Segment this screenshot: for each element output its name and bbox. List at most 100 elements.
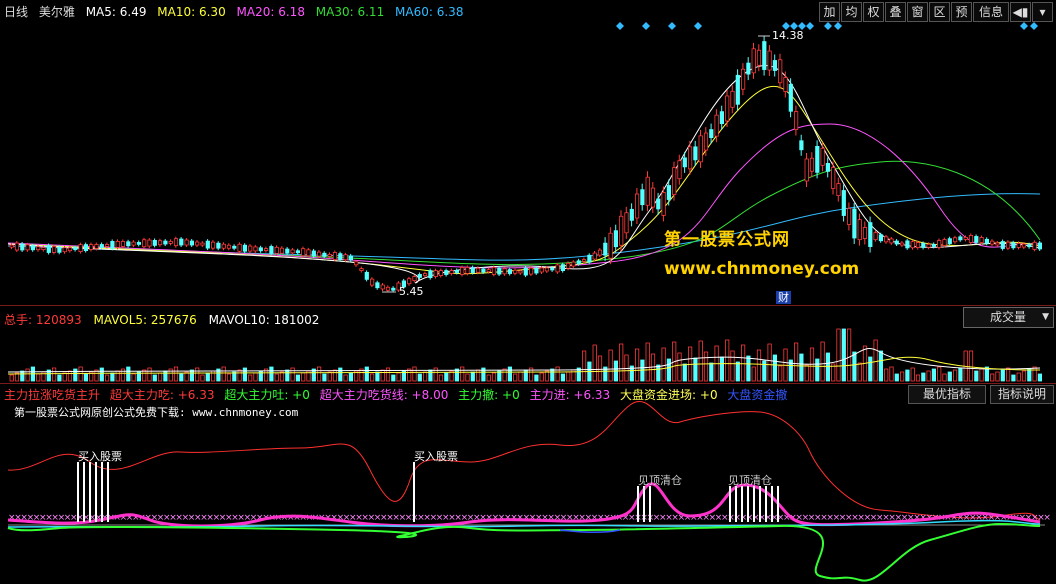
- volume-bar: [20, 370, 25, 382]
- candle-body: [460, 267, 465, 275]
- volume-bar: [78, 366, 83, 382]
- candle-body: [46, 245, 51, 253]
- indicator-select-volume[interactable]: 成交量 ▼: [963, 307, 1054, 328]
- candle-body: [73, 247, 78, 251]
- candle-body: [608, 232, 613, 259]
- candle-body: [968, 235, 974, 243]
- candle-body: [364, 271, 369, 280]
- volume-bar: [269, 366, 274, 382]
- volume-bar: [163, 370, 168, 382]
- volume-bar: [778, 365, 783, 382]
- volume-bar: [884, 368, 889, 382]
- candle-body: [375, 282, 380, 289]
- toolbar-btn-info[interactable]: 信息: [973, 2, 1009, 22]
- indicator-header: 主力拉涨吃货主升 超大主力吃: +6.33 超大主力吐: +0 超大主力吃货线:…: [4, 386, 793, 403]
- volume-bar: [719, 356, 725, 382]
- toolbar-btn-range[interactable]: 区: [929, 2, 950, 22]
- candle-body: [422, 273, 428, 277]
- candle-body: [714, 114, 719, 137]
- volume-bar: [878, 350, 884, 382]
- candle-body: [470, 267, 475, 273]
- stock-name: 美尔雅: [38, 5, 75, 19]
- candle-body: [529, 267, 534, 275]
- volume-bar: [730, 350, 735, 382]
- candle-body: [486, 269, 491, 273]
- best-indicator-button[interactable]: 最优指标: [908, 385, 986, 404]
- toolbar-btn-add[interactable]: 加: [819, 2, 840, 22]
- toolbar-btn-window[interactable]: 窗: [907, 2, 928, 22]
- volume-bar: [995, 371, 1000, 382]
- candle-body: [836, 183, 841, 196]
- signal-diamond-icon: [1020, 22, 1028, 30]
- signal-diamond-icon: [834, 22, 842, 30]
- candle-body: [412, 276, 417, 282]
- prev-icon[interactable]: ◀▮: [1010, 2, 1031, 22]
- ma-header: 日线 美尔雅 MA5: 6.49 MA10: 6.30 MA20: 6.18 M…: [4, 3, 470, 21]
- candle-body: [719, 111, 725, 125]
- indicator-select-label: 成交量: [990, 310, 1027, 324]
- candle-body: [332, 252, 338, 260]
- high-price-label: 14.38: [772, 29, 804, 42]
- candle-body: [306, 249, 311, 257]
- candle-body: [931, 244, 937, 247]
- volume-bar: [990, 373, 995, 382]
- candle-body: [110, 241, 115, 249]
- volume-total: 总手: 120893: [4, 313, 82, 327]
- volume-header: 总手: 120893 MAVOL5: 257676 MAVOL10: 18100…: [4, 311, 327, 328]
- volume-bar: [428, 369, 433, 382]
- candle-body: [354, 261, 359, 266]
- volume-bar: [825, 352, 831, 382]
- withdraw-line: [7, 522, 1041, 582]
- indicator-subtitle: 第一股票公式网原创公式免费下载: www.chnmoney.com: [14, 406, 299, 419]
- candle-body: [52, 246, 57, 253]
- period-label: 日线: [4, 5, 29, 19]
- signal-diamond-icon: [668, 22, 676, 30]
- volume-bar: [841, 328, 846, 382]
- toolbar-btn-overlay[interactable]: 叠: [885, 2, 906, 22]
- volume-bar: [465, 373, 470, 382]
- indicator-item-2: 超大主力吐: +0: [224, 388, 310, 402]
- signal-diamond-icon: [616, 22, 624, 30]
- candle-body: [152, 239, 157, 246]
- toolbar-btn-avg[interactable]: 均: [841, 2, 862, 22]
- volume-bar: [608, 349, 613, 382]
- candle-body: [1016, 243, 1021, 248]
- toolbar-btn-forecast[interactable]: 预: [951, 2, 972, 22]
- finance-badge[interactable]: 财: [776, 291, 791, 304]
- indicator-help-button[interactable]: 指标说明: [990, 385, 1054, 404]
- volume-bar: [195, 367, 200, 382]
- volume-bar: [1021, 370, 1027, 382]
- price-panel: [7, 22, 1042, 293]
- volume-bar: [942, 373, 947, 382]
- candle-body: [905, 240, 910, 249]
- volume-bar: [910, 367, 915, 382]
- volume-bar: [417, 373, 422, 382]
- volume-bar: [454, 368, 460, 382]
- volume-bar: [173, 366, 179, 382]
- candle-body: [682, 157, 687, 168]
- candle-body: [751, 48, 756, 74]
- indicator-item-7: 大盘资金撤: [727, 388, 788, 402]
- volume-bar: [804, 364, 809, 382]
- dropdown-icon[interactable]: ▾: [1032, 2, 1053, 22]
- volume-bar: [486, 374, 491, 382]
- volume-bar: [852, 351, 857, 382]
- volume-bar: [369, 373, 375, 382]
- candle-body: [173, 238, 179, 247]
- candle-body: [725, 95, 730, 122]
- candle-body: [884, 236, 889, 243]
- candle-body: [210, 241, 216, 249]
- candle-body: [279, 247, 285, 254]
- candle-body: [523, 267, 528, 276]
- candle-body: [269, 246, 274, 254]
- candle-body: [645, 176, 650, 206]
- volume-bar: [656, 364, 661, 382]
- candle-body: [868, 222, 873, 247]
- volume-bar: [550, 368, 555, 382]
- volume-panel: [7, 328, 1042, 382]
- candle-body: [900, 242, 905, 246]
- candle-body: [147, 239, 152, 247]
- toolbar-btn-right[interactable]: 权: [863, 2, 884, 22]
- volume-bar: [189, 369, 194, 382]
- candle-body: [783, 77, 788, 92]
